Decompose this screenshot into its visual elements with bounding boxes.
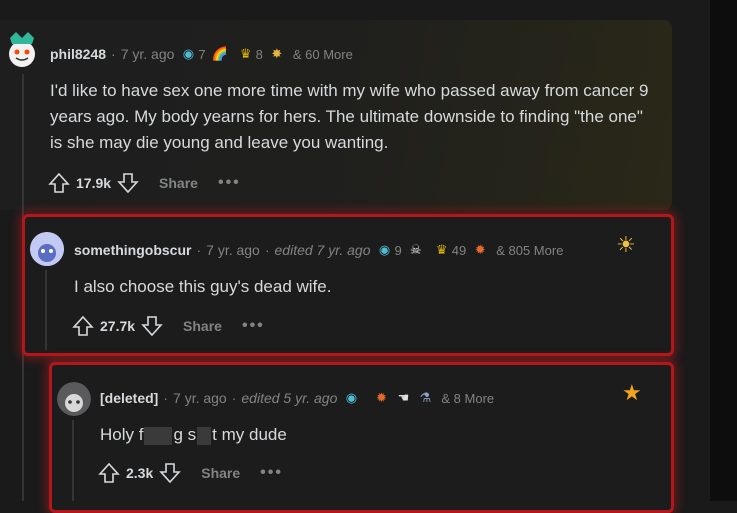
share-button[interactable]: Share	[159, 175, 198, 191]
star-award-icon: ★	[622, 380, 642, 405]
upvote-icon[interactable]	[72, 315, 94, 337]
separator: ·	[111, 46, 116, 62]
more-options-button[interactable]: •••	[218, 174, 241, 192]
comment-actions: 17.9k Share •••	[48, 172, 241, 194]
hands-award-icon[interactable]: ☚	[395, 390, 411, 406]
separator: ·	[231, 390, 237, 406]
comment-actions: 2.3k Share •••	[98, 462, 283, 484]
award-count: 7	[198, 46, 206, 62]
edited-label: edited 7 yr. ago	[274, 242, 371, 258]
username[interactable]: somethingobscur	[74, 242, 191, 258]
downvote-icon[interactable]	[159, 462, 182, 484]
username: [deleted]	[100, 390, 159, 406]
explosion-award-icon[interactable]: ✸	[269, 46, 285, 62]
more-awards-link[interactable]: & 805 More	[496, 243, 563, 258]
more-awards-link[interactable]: & 60 More	[293, 47, 353, 62]
wholesome-icon[interactable]: ◉	[180, 46, 196, 62]
thread-line[interactable]	[72, 420, 74, 501]
award-count: 9	[394, 242, 402, 258]
gold-award-icon[interactable]: ♛	[434, 242, 450, 258]
comment-meta: somethingobscur · 7 yr. ago · edited 7 y…	[74, 242, 563, 258]
comment-text-part: g s	[173, 425, 197, 444]
rainbow-icon[interactable]: 🌈	[212, 46, 228, 62]
thread-line[interactable]	[45, 270, 47, 350]
comment-meta: phil8248 · 7 yr. ago ◉ 7 🌈 ♛ 8 ✸ & 60 Mo…	[50, 46, 353, 62]
separator: ·	[196, 242, 202, 258]
deleted-user-avatar-icon	[57, 382, 91, 416]
share-button[interactable]: Share	[183, 318, 222, 334]
avatar[interactable]	[57, 382, 91, 416]
edited-label: edited 5 yr. ago	[241, 390, 338, 406]
score: 17.9k	[76, 175, 112, 191]
default-avatar-icon	[30, 232, 64, 266]
censor-block	[197, 426, 212, 445]
avatar[interactable]	[2, 28, 42, 70]
skull-award-icon[interactable]: ☠	[408, 242, 424, 258]
upvote-icon[interactable]	[98, 462, 120, 484]
more-awards-link[interactable]: & 8 More	[441, 391, 494, 406]
separator: ·	[163, 390, 169, 406]
award-count: 8	[255, 46, 263, 62]
downvote-icon[interactable]	[141, 315, 163, 337]
sun-award-icon: ☀	[616, 232, 636, 257]
separator: ·	[264, 242, 270, 258]
timestamp[interactable]: 7 yr. ago	[173, 390, 227, 406]
timestamp[interactable]: 7 yr. ago	[121, 46, 175, 62]
more-options-button[interactable]: •••	[242, 317, 265, 335]
share-button[interactable]: Share	[201, 465, 240, 481]
downvote-icon[interactable]	[117, 172, 139, 194]
comment-actions: 27.7k Share •••	[72, 315, 265, 337]
comment-meta: [deleted] · 7 yr. ago · edited 5 yr. ago…	[100, 390, 494, 406]
censor-block	[144, 426, 173, 445]
upvote-icon[interactable]	[48, 172, 70, 194]
username[interactable]: phil8248	[50, 46, 106, 62]
timestamp[interactable]: 7 yr. ago	[206, 242, 260, 258]
comment-text-part: Holy f	[100, 425, 144, 444]
award-count: 49	[451, 242, 467, 258]
comment-body: Holy f g s t my dude	[100, 422, 640, 448]
gold-award-icon[interactable]: ♛	[238, 46, 254, 62]
snoo-avatar-icon	[9, 32, 35, 67]
wholesome-icon[interactable]: ◉	[343, 390, 359, 406]
score: 2.3k	[126, 465, 154, 481]
right-sidebar-edge	[710, 0, 737, 501]
burst-award-icon[interactable]: ✹	[373, 390, 389, 406]
burst-award-icon[interactable]: ✹	[472, 242, 488, 258]
bottle-award-icon[interactable]: ⚗	[417, 390, 433, 406]
wholesome-icon[interactable]: ◉	[377, 242, 393, 258]
more-options-button[interactable]: •••	[260, 464, 283, 482]
score: 27.7k	[100, 318, 136, 334]
avatar[interactable]	[30, 232, 64, 266]
comment-text-part: t my dude	[212, 425, 287, 444]
comment-body: I also choose this guy's dead wife.	[74, 277, 332, 296]
comment-body: I'd like to have sex one more time with …	[50, 81, 649, 152]
